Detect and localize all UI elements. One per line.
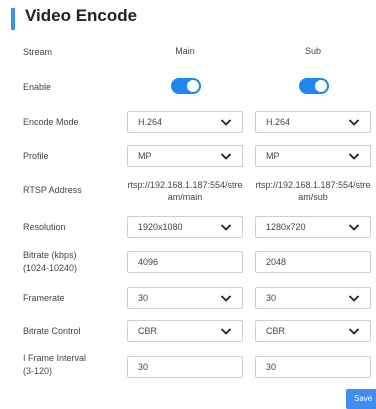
sub-rtsp-address: rtsp://192.168.1.187:554/stre am/sub (251, 179, 375, 203)
main-framerate-select[interactable]: 30 (127, 287, 243, 309)
chevron-down-icon (220, 295, 232, 302)
selected-value: 30 (138, 293, 149, 303)
label-iframe-name: I Frame Interval (23, 353, 87, 363)
selected-value: CBR (266, 326, 286, 336)
main-enable-toggle[interactable] (171, 78, 201, 94)
input-value: 4096 (138, 257, 159, 267)
sub-framerate-select[interactable]: 30 (255, 287, 371, 309)
selected-value: MP (266, 151, 280, 161)
main-profile-select[interactable]: MP (127, 145, 243, 167)
label-resolution: Resolution (23, 222, 66, 232)
page-title: Video Encode (25, 6, 138, 25)
column-header-sub: Sub (304, 46, 321, 56)
chevron-down-icon (220, 224, 232, 231)
column-header-main: Main (175, 46, 195, 56)
label-profile: Profile (23, 151, 49, 161)
save-button[interactable]: Save (346, 389, 376, 409)
selected-value: H.264 (138, 117, 163, 127)
selected-value: 1280x720 (266, 222, 306, 232)
rtsp-line: rtsp://192.168.1.187:554/stre (255, 180, 371, 190)
label-bitrate-control: Bitrate Control (23, 326, 81, 336)
title-accent-bar (11, 8, 15, 30)
label-framerate: Framerate (23, 293, 65, 303)
label-encode-mode: Encode Mode (23, 117, 79, 127)
input-value: 30 (266, 362, 277, 372)
sub-iframe-interval-input[interactable]: 30 (255, 356, 371, 378)
sub-enable-toggle[interactable] (299, 78, 329, 94)
label-stream: Stream (23, 47, 53, 57)
label-bitrate-name: Bitrate (kbps) (23, 250, 77, 260)
label-enable: Enable (23, 82, 52, 92)
label-rtsp-address: RTSP Address (23, 185, 82, 195)
sub-encode-mode-select[interactable]: H.264 (255, 111, 371, 133)
chevron-down-icon (348, 119, 360, 126)
main-encode-mode-select[interactable]: H.264 (127, 111, 243, 133)
selected-value: 30 (266, 293, 277, 303)
label-bitrate: Bitrate (kbps) (1024-10240) (23, 249, 77, 275)
toggle-knob (187, 80, 199, 92)
chevron-down-icon (348, 153, 360, 160)
chevron-down-icon (348, 295, 360, 302)
label-iframe-interval: I Frame Interval (3-120) (23, 352, 86, 378)
rtsp-line: rtsp://192.168.1.187:554/stre (127, 180, 243, 190)
toggle-knob (315, 80, 327, 92)
chevron-down-icon (220, 119, 232, 126)
chevron-down-icon (220, 153, 232, 160)
rtsp-line: am/main (167, 192, 203, 202)
chevron-down-icon (348, 328, 360, 335)
rtsp-line: am/sub (298, 192, 328, 202)
label-bitrate-range: (1024-10240) (23, 263, 78, 273)
main-bitrate-control-select[interactable]: CBR (127, 320, 243, 342)
chevron-down-icon (348, 224, 360, 231)
main-resolution-select[interactable]: 1920x1080 (127, 216, 243, 238)
main-bitrate-input[interactable]: 4096 (127, 251, 243, 273)
main-iframe-interval-input[interactable]: 30 (127, 356, 243, 378)
selected-value: CBR (138, 326, 158, 336)
sub-bitrate-input[interactable]: 2048 (255, 251, 371, 273)
chevron-down-icon (220, 328, 232, 335)
input-value: 2048 (266, 257, 287, 267)
label-iframe-range: (3-120) (23, 366, 53, 376)
selected-value: H.264 (266, 117, 291, 127)
sub-bitrate-control-select[interactable]: CBR (255, 320, 371, 342)
main-rtsp-address: rtsp://192.168.1.187:554/stre am/main (123, 179, 247, 203)
selected-value: 1920x1080 (138, 222, 183, 232)
sub-resolution-select[interactable]: 1280x720 (255, 216, 371, 238)
sub-profile-select[interactable]: MP (255, 145, 371, 167)
input-value: 30 (138, 362, 149, 372)
selected-value: MP (138, 151, 152, 161)
